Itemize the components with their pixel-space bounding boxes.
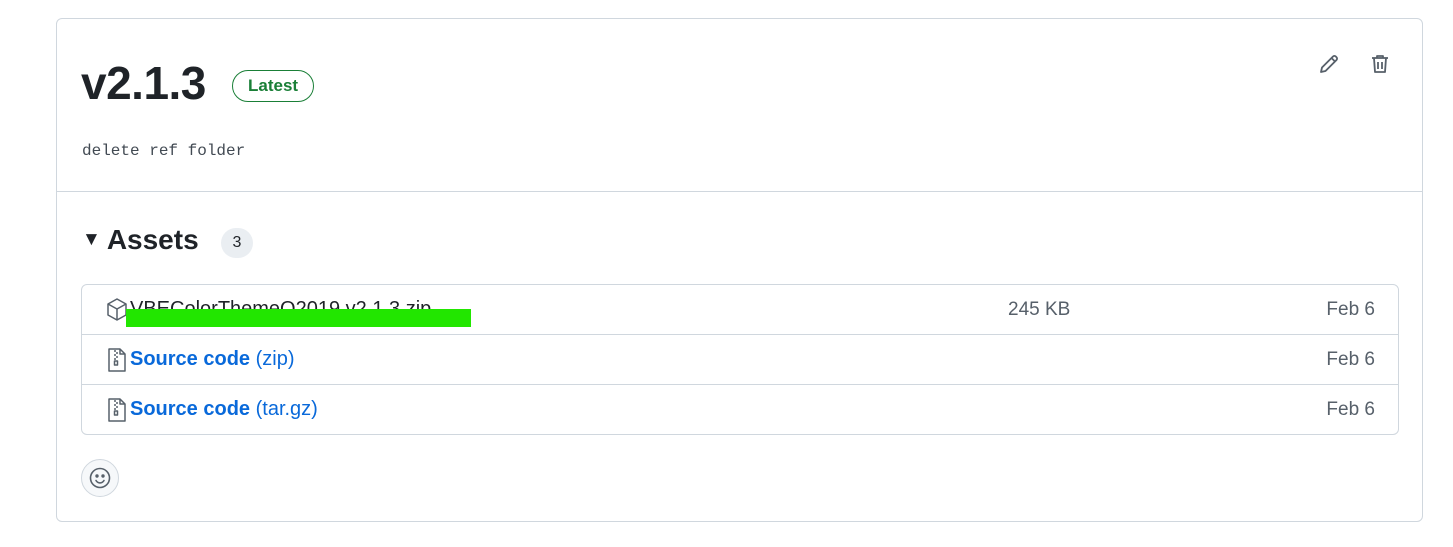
- assets-list: VBEColorThemeO2019.v2.1.3.zip 245 KB Feb…: [81, 284, 1399, 435]
- release-card: v2.1.3 Latest delete ref folder ▼ Assets…: [56, 18, 1423, 522]
- file-zip-icon: [108, 398, 126, 422]
- asset-row: Source code (zip) Feb 6: [82, 334, 1398, 384]
- source-code-targz-link[interactable]: Source code (tar.gz): [130, 398, 318, 421]
- assets-toggle[interactable]: ▼ Assets: [82, 222, 199, 258]
- pencil-icon: [1320, 55, 1338, 73]
- release-description: delete ref folder: [82, 142, 246, 160]
- highlight-mark: [126, 309, 471, 327]
- latest-badge: Latest: [232, 70, 315, 102]
- release-title[interactable]: v2.1.3: [81, 55, 206, 111]
- delete-release-button[interactable]: [1365, 49, 1395, 79]
- source-code-zip-link[interactable]: Source code (zip): [130, 348, 295, 371]
- edit-release-button[interactable]: [1314, 49, 1344, 79]
- asset-date: Feb 6: [1326, 349, 1375, 370]
- assets-heading: Assets: [106, 224, 199, 255]
- assets-count-badge: 3: [221, 228, 253, 258]
- file-zip-icon: [108, 348, 126, 372]
- asset-date: Feb 6: [1326, 299, 1375, 320]
- asset-row: Source code (tar.gz) Feb 6: [82, 384, 1398, 434]
- release-header: v2.1.3 Latest delete ref folder: [57, 19, 1422, 192]
- package-icon: [107, 298, 127, 321]
- asset-size: 245 KB: [1008, 299, 1071, 320]
- triangle-down-icon: ▼: [82, 229, 101, 250]
- add-reaction-button[interactable]: [81, 459, 119, 497]
- trash-icon: [1372, 55, 1388, 73]
- asset-date: Feb 6: [1326, 399, 1375, 420]
- asset-row: VBEColorThemeO2019.v2.1.3.zip 245 KB Feb…: [82, 285, 1398, 334]
- smiley-icon: [89, 467, 111, 489]
